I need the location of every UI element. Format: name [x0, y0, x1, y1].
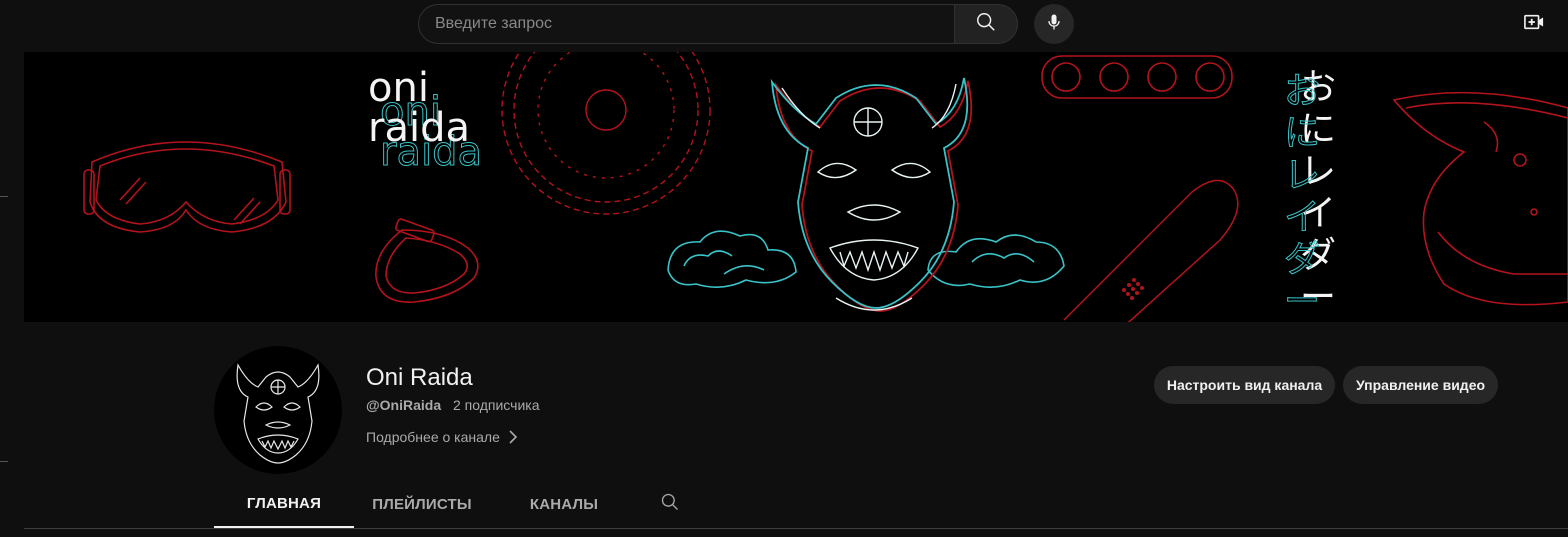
channel-avatar[interactable] — [214, 346, 342, 474]
oni-mask-illustration — [770, 77, 973, 312]
tabs-divider — [24, 528, 1568, 529]
channel-meta: @OniRaida 2 подписчика — [366, 397, 539, 413]
chevron-right-icon — [508, 430, 518, 444]
about-label: Подробнее о канале — [366, 429, 500, 445]
search-input[interactable] — [418, 4, 954, 44]
carabiner-illustration — [375, 218, 479, 303]
oni-mask-icon — [236, 363, 320, 464]
search-bar — [418, 4, 1018, 44]
tab-playlists[interactable]: ПЛЕЙЛИСТЫ — [354, 481, 490, 527]
cloud-swirl-left — [667, 230, 797, 288]
banner-logo-line2: raida — [368, 105, 470, 151]
microphone-icon — [1044, 12, 1064, 37]
goggles-illustration — [83, 141, 291, 233]
skate-wheels-illustration — [1041, 55, 1233, 99]
search-icon — [975, 11, 997, 38]
search-icon — [660, 492, 680, 517]
tab-home[interactable]: ГЛАВНАЯ — [214, 481, 354, 529]
banner-japanese-text: おお にに レレ イイ ダダ ーー — [1283, 67, 1336, 322]
channel-handle: @OniRaida — [366, 397, 442, 413]
subscriber-count: 2 подписчика — [453, 397, 540, 413]
banner-logo-line1: oni — [368, 65, 429, 111]
channel-search-button[interactable] — [638, 481, 702, 527]
tab-channels[interactable]: КАНАЛЫ — [490, 481, 638, 527]
helmet-illustration — [1392, 91, 1568, 306]
manage-videos-button[interactable]: Управление видео — [1343, 366, 1498, 404]
channel-banner: oni raida oni raida おお にに レレ イイ ダダ ーー — [24, 52, 1568, 322]
sprocket-illustration — [501, 52, 711, 215]
sidebar-edge-mark — [0, 196, 8, 197]
voice-search-button[interactable] — [1034, 4, 1074, 44]
sidebar-edge-mark — [0, 461, 8, 462]
video-create-icon — [1523, 12, 1545, 37]
create-video-button[interactable] — [1522, 12, 1546, 36]
channel-tabs: ГЛАВНАЯ ПЛЕЙЛИСТЫ КАНАЛЫ — [214, 481, 702, 529]
channel-name: Oni Raida — [366, 364, 473, 391]
banner-logo: oni raida — [368, 68, 470, 148]
channel-about-link[interactable]: Подробнее о канале — [366, 429, 518, 445]
cloud-swirl-right — [927, 234, 1065, 288]
search-button[interactable] — [954, 4, 1018, 44]
snowboard-illustration — [1063, 179, 1239, 322]
customize-channel-button[interactable]: Настроить вид канала — [1154, 366, 1335, 404]
